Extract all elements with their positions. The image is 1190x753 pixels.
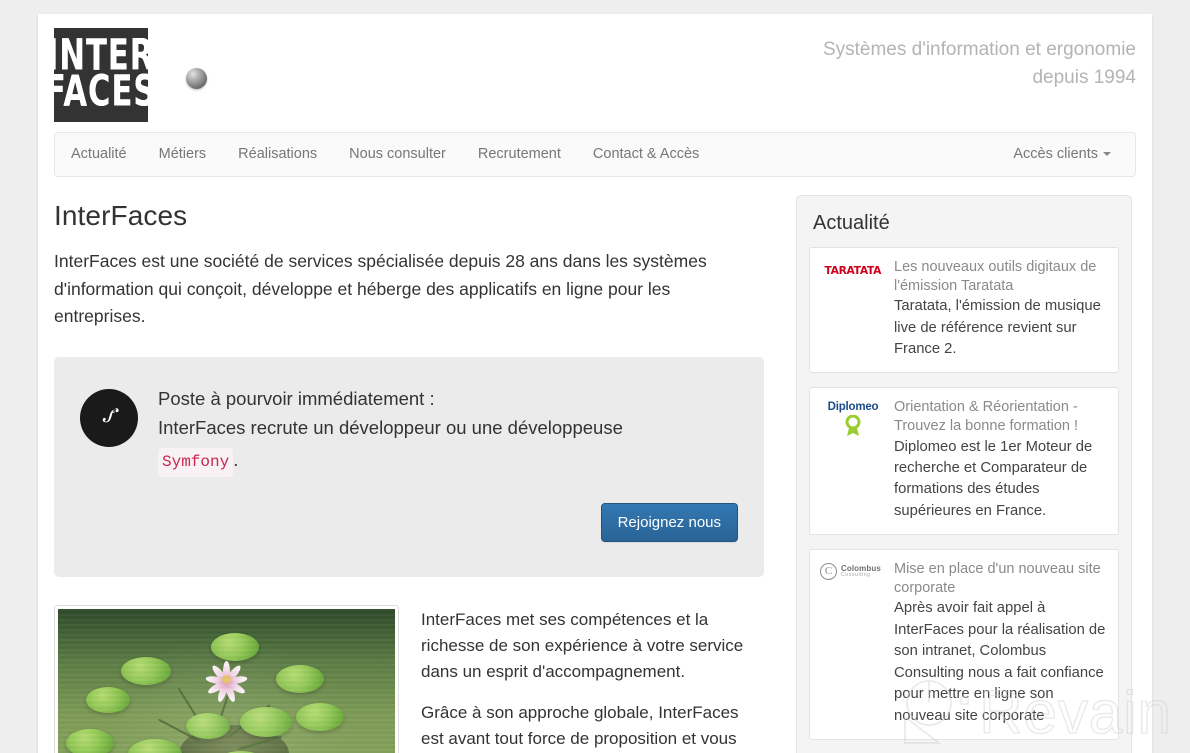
news-title: Mise en place d'un nouveau site corporat… [894,561,1101,596]
nav-right-group: Accès clients [997,133,1127,176]
nav-item-actualite[interactable]: Actualité [55,133,143,176]
lily-pad [86,686,130,713]
intro-paragraph: InterFaces est une société de services s… [54,251,707,327]
news-body: Les nouveaux outils digitaux de l'émissi… [894,258,1108,360]
page-root: INTER FACES Systèmes d'information et er… [0,0,1190,753]
rosette-icon [845,415,861,437]
list-item[interactable]: Diplomeo Orientation & Réorientation - T… [809,387,1119,536]
colombus-logo-subtext: Consulting [841,572,871,579]
acces-clients-label: Accès clients [1013,146,1098,162]
media-paragraph-2: Grâce à son approche globale, InterFaces… [421,703,739,749]
sphere-icon [186,67,207,89]
list-item[interactable]: TARATATA Les nouveaux outils digitaux de… [809,247,1119,374]
pond-image [58,608,395,753]
colombus-brand: C Colombus Consulting [820,563,886,581]
site-container: INTER FACES Systèmes d'information et er… [38,14,1152,753]
nav-item-acces-clients[interactable]: Accès clients [997,133,1127,176]
media-row: InterFaces met ses compétences et la ric… [54,604,764,753]
taratata-logo-text: TARATATA [824,265,882,277]
recruitment-tech-wrap: Symfony. [158,448,239,478]
lotus-flower [205,658,248,704]
symfony-logo-icon [80,388,138,447]
recruitment-callout: Poste à pourvoir immédiatement : InterFa… [54,356,764,577]
chevron-down-icon [1103,152,1111,157]
lily-pad [186,712,230,739]
lily-pad [121,656,171,685]
site-tagline: Systèmes d'information et ergonomie depu… [823,36,1136,92]
news-title: Les nouveaux outils digitaux de l'émissi… [894,259,1097,294]
symfony-code-tag[interactable]: Symfony [158,448,234,478]
list-item[interactable]: C Colombus Consulting Mise en place d'un… [809,549,1119,741]
nav-item-realisations[interactable]: Réalisations [222,133,333,176]
recruitment-line-2: InterFaces recrute un développeur ou une… [158,416,623,438]
colombus-c-icon: C [820,563,837,581]
waterlily-photo [54,604,399,753]
news-panel: Actualité TARATATA Les nouveaux outils d… [796,195,1132,753]
news-description: Diplomeo est le 1er Moteur de recherche … [894,438,1093,519]
diplomeo-logo-text: Diplomeo [827,401,879,414]
nav-item-recrutement[interactable]: Recrutement [462,133,577,176]
diplomeo-logo-icon: Diplomeo [820,398,886,437]
lily-pad [276,664,324,693]
colombus-consulting-logo-icon: C Colombus Consulting [820,560,886,581]
lily-pad [128,738,182,753]
nav-item-contact-acces[interactable]: Contact & Accès [577,133,715,176]
taratata-logo-icon: TARATATA [820,258,886,279]
interfaces-logo-icon: INTER FACES [45,28,156,122]
nav-items: Actualité Métiers Réalisations Nous cons… [55,133,715,176]
news-description: Après avoir fait appel à InterFaces pour… [894,600,1106,724]
lily-pad [240,706,292,737]
news-body: Orientation & Réorientation - Trouvez la… [894,398,1108,522]
news-title: Orientation & Réorientation - Trouvez la… [894,399,1079,434]
tagline-line-2: depuis 1994 [1032,67,1136,89]
main-navigation: Actualité Métiers Réalisations Nous cons… [54,132,1136,177]
recruitment-tech-suffix: . [233,449,239,471]
page-title: InterFaces [54,200,188,231]
news-description: Taratata, l'émission de musique live de … [894,298,1101,357]
logo-line-2: FACES [45,67,157,118]
colombus-wordmark: Colombus Consulting [841,564,881,579]
flower-center [222,674,231,684]
recruitment-text: Poste à pourvoir immédiatement : InterFa… [158,385,623,478]
recruitment-line-1: Poste à pourvoir immédiatement : [158,387,435,409]
site-header: INTER FACES Systèmes d'information et er… [38,14,1152,132]
lily-pad [211,632,259,661]
news-body: Mise en place d'un nouveau site corporat… [894,560,1108,727]
brand-logo[interactable]: INTER FACES [45,28,207,122]
recruitment-actions: Rejoignez nous [80,503,738,543]
main-column: InterFaces InterFaces est une société de… [54,195,784,753]
news-panel-title: Actualité [813,212,890,234]
lily-pad [66,728,114,753]
recruitment-row: Poste à pourvoir immédiatement : InterFa… [80,385,738,478]
lily-pad [296,702,344,731]
media-text: InterFaces met ses compétences et la ric… [421,605,764,753]
media-paragraph-1: InterFaces met ses compétences et la ric… [421,609,744,681]
sidebar-column: Actualité TARATATA Les nouveaux outils d… [784,195,1132,753]
nav-item-nous-consulter[interactable]: Nous consulter [333,133,462,176]
nav-item-metiers[interactable]: Métiers [143,133,223,176]
content-area: InterFaces InterFaces est une société de… [38,177,1152,753]
join-us-button[interactable]: Rejoignez nous [600,503,738,543]
tagline-line-1: Systèmes d'information et ergonomie [822,39,1136,60]
